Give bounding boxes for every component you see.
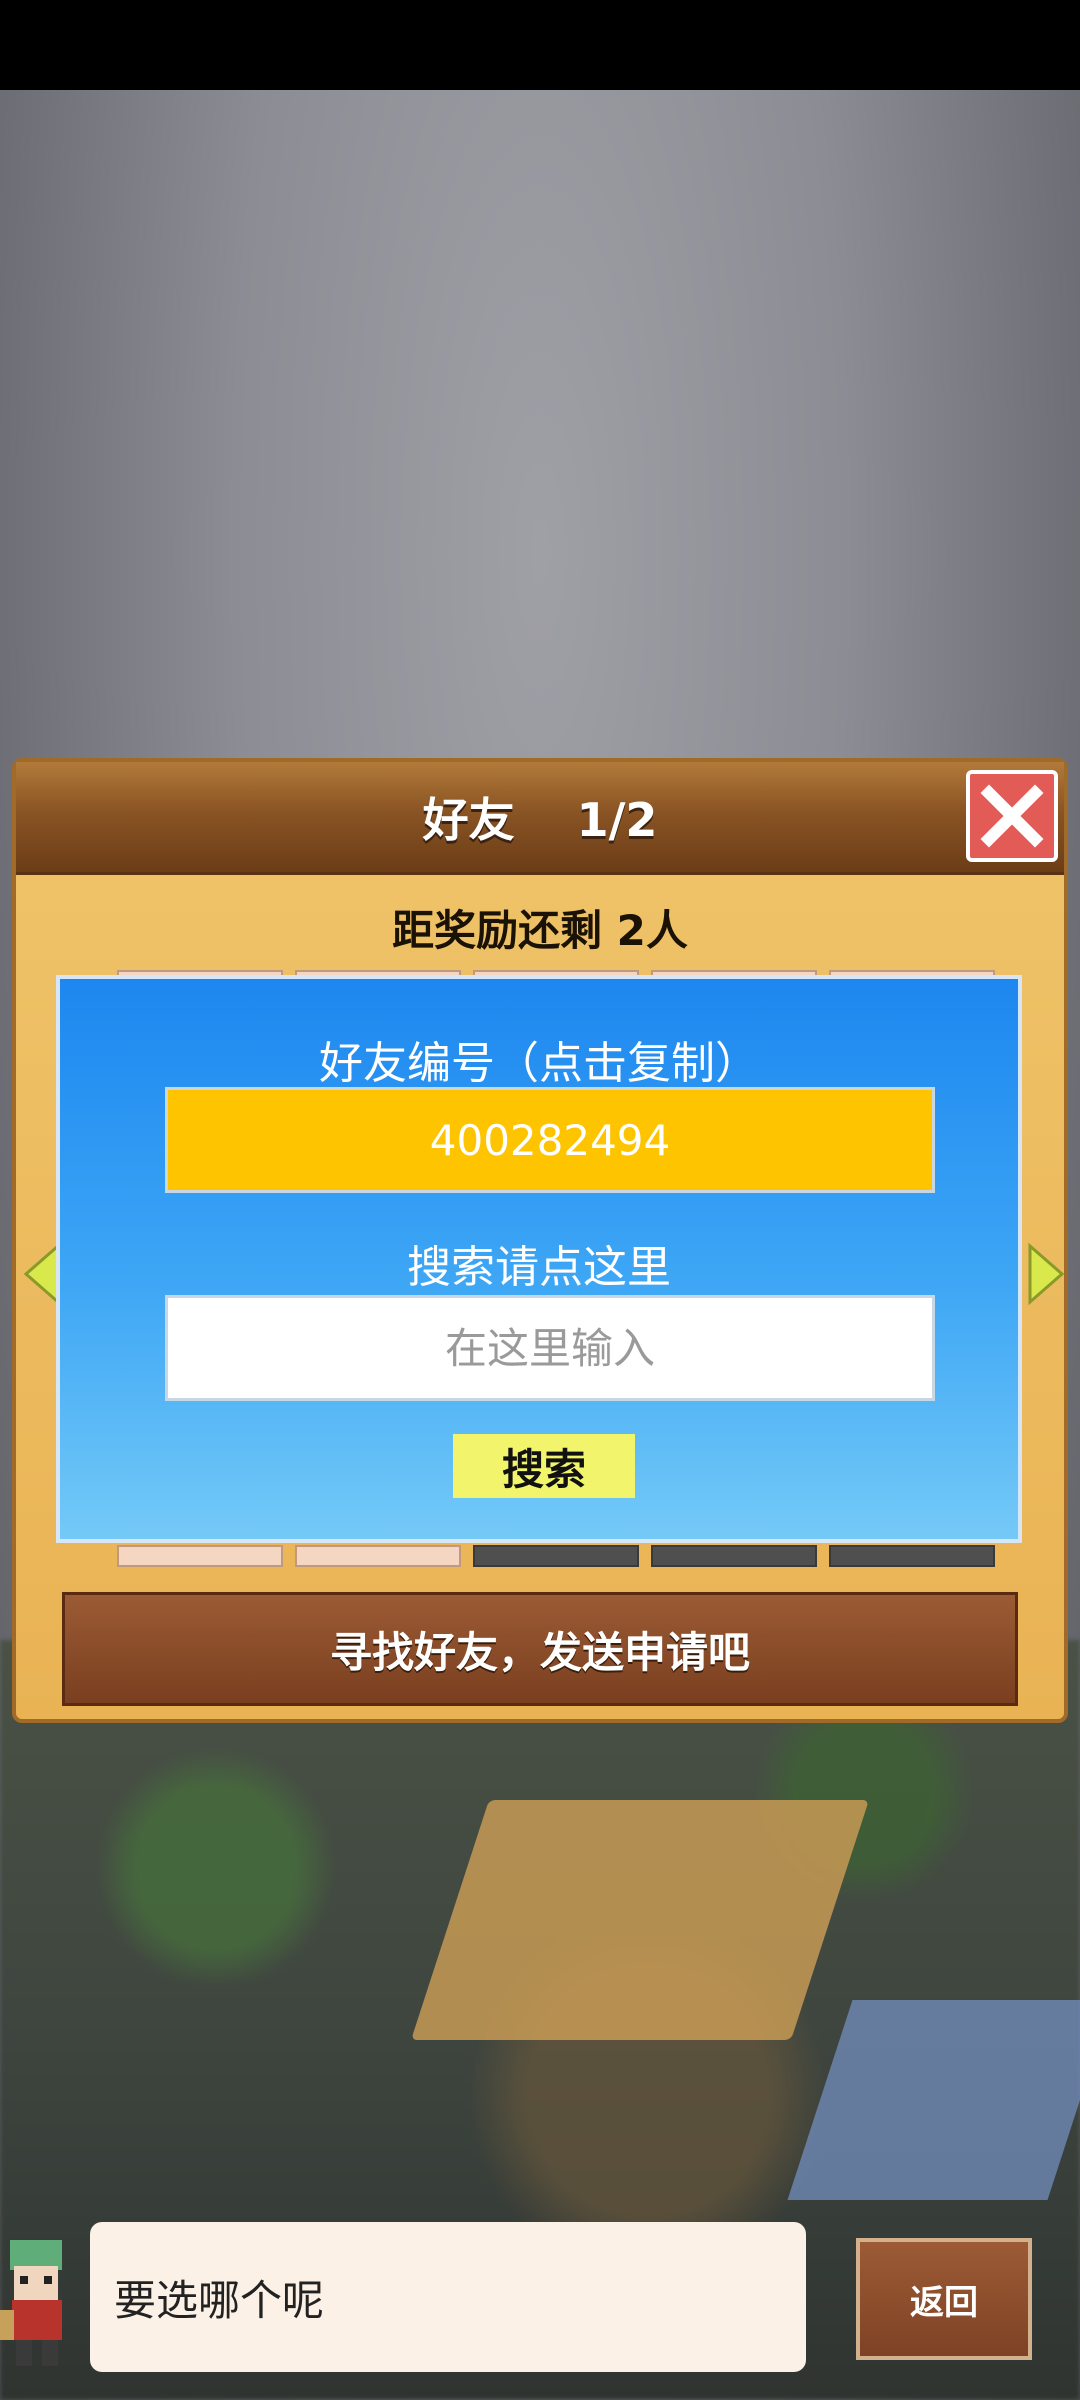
back-button[interactable]: 返回	[856, 2238, 1032, 2360]
friend-slot-empty	[651, 1545, 817, 1567]
send-request-button[interactable]: 寻找好友，发送申请吧	[62, 1592, 1018, 1706]
close-icon	[980, 784, 1044, 848]
search-button[interactable]: 搜索	[453, 1434, 635, 1498]
arrow-right-icon[interactable]	[1026, 1242, 1066, 1306]
speech-text: 要选哪个呢	[114, 2275, 325, 2325]
friend-slot-empty	[473, 1545, 639, 1567]
friend-slot[interactable]	[295, 1545, 461, 1567]
friend-id-copy-box[interactable]: 400282494	[165, 1087, 935, 1193]
friend-search-panel: 好友编号（点击复制） 400282494 搜索请点这里 搜索	[56, 975, 1022, 1543]
search-input[interactable]	[165, 1295, 935, 1401]
speech-bubble: 要选哪个呢	[90, 2222, 806, 2372]
search-label: 搜索请点这里	[407, 1242, 671, 1293]
friend-slot[interactable]	[117, 1545, 283, 1567]
dialog-title: 好友 1/2	[422, 793, 658, 847]
reward-progress-text: 距奖励还剩 2人	[392, 906, 688, 955]
character-avatar	[0, 2240, 62, 2366]
close-button[interactable]	[966, 770, 1058, 862]
dialog-header: 好友 1/2	[16, 762, 1064, 875]
friend-slot-row-bottom	[111, 1545, 1001, 1567]
friend-slot-empty	[829, 1545, 995, 1567]
wooden-room-sprite	[411, 1800, 869, 2040]
friend-id-label: 好友编号（点击复制）	[319, 1038, 759, 1089]
status-bar	[0, 0, 1080, 90]
